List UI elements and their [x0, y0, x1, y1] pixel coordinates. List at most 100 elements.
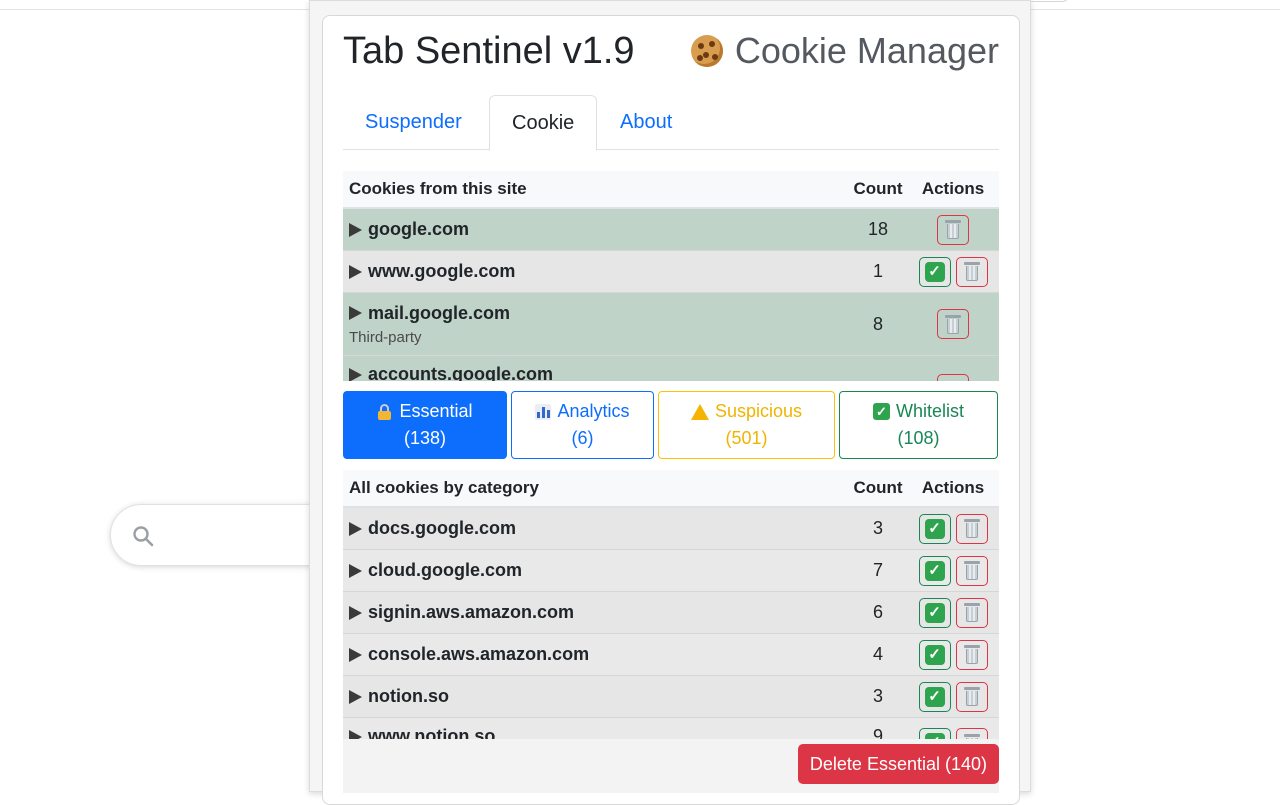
table-row[interactable]: docs.google.com 3 ✓ — [343, 508, 999, 550]
expand-triangle-icon[interactable] — [349, 367, 362, 381]
third-party-label: Third-party — [349, 328, 422, 346]
domain-name: docs.google.com — [368, 518, 517, 538]
trash-icon — [963, 561, 980, 580]
cookie-count: 7 — [872, 560, 883, 580]
whitelist-button[interactable]: ✓ — [918, 728, 951, 739]
delete-button[interactable] — [955, 681, 988, 712]
whitelist-button[interactable]: ✓ — [918, 681, 951, 712]
whitelist-button[interactable]: ✓ — [918, 639, 951, 670]
whitelist-button[interactable]: ✓ — [918, 513, 951, 544]
expand-triangle-icon[interactable] — [349, 222, 362, 237]
category-analytics-button[interactable]: Analytics (6) — [511, 391, 654, 459]
cookie-count: 3 — [872, 518, 883, 538]
expand-triangle-icon[interactable] — [349, 306, 362, 320]
expand-triangle-icon[interactable] — [349, 563, 362, 578]
check-icon: ✓ — [924, 686, 945, 707]
trash-icon — [963, 262, 980, 281]
domain-name: signin.aws.amazon.com — [368, 602, 575, 622]
column-header-actions: Actions — [921, 478, 985, 497]
column-header-name: Cookies from this site — [349, 179, 527, 198]
delete-button[interactable] — [937, 374, 969, 381]
cookie-count: 6 — [872, 602, 883, 622]
category-cookies-table[interactable]: All cookies by category Count Actions do… — [343, 470, 999, 739]
tab-about[interactable]: About — [598, 95, 694, 150]
category-suspicious-button[interactable]: Suspicious (501) — [658, 391, 835, 459]
expand-triangle-icon[interactable] — [349, 689, 362, 704]
app-title: Tab Sentinel v1.9 — [343, 30, 635, 72]
trash-icon — [963, 645, 980, 664]
extension-popup: Tab Sentinel v1.9 Cookie Manager Suspend… — [309, 0, 1031, 805]
delete-button[interactable] — [937, 309, 969, 339]
table-row[interactable]: google.com 18 — [343, 209, 999, 251]
cookie-icon — [690, 35, 723, 67]
trash-icon — [963, 519, 980, 538]
whitelist-button[interactable]: ✓ — [918, 555, 951, 586]
trash-icon — [945, 314, 961, 334]
expand-triangle-icon[interactable] — [349, 729, 362, 739]
domain-name: www.google.com — [368, 261, 516, 281]
warning-icon — [690, 403, 709, 420]
delete-button[interactable] — [955, 513, 988, 544]
table-row[interactable]: cloud.google.com 7 ✓ — [343, 550, 999, 592]
domain-name: mail.google.com — [368, 302, 511, 323]
delete-button[interactable] — [955, 728, 988, 739]
table-row[interactable]: notion.so 3 ✓ — [343, 676, 999, 718]
popup-footer: Delete Essential (140) — [343, 739, 999, 793]
trash-icon — [963, 687, 980, 706]
delete-button[interactable] — [955, 639, 988, 670]
page-title: Cookie Manager — [734, 30, 999, 71]
check-icon: ✓ — [924, 602, 945, 623]
cookie-count: 3 — [872, 686, 883, 706]
popup-header: Tab Sentinel v1.9 Cookie Manager — [343, 29, 999, 75]
domain-name: google.com — [368, 219, 470, 239]
delete-button[interactable] — [955, 555, 988, 586]
trash-icon — [963, 603, 980, 622]
category-filter-group: Essential (138) Analytics (6) Suspicious… — [343, 391, 999, 459]
delete-button[interactable] — [955, 597, 988, 628]
trash-icon — [945, 220, 961, 239]
category-whitelist-button[interactable]: ✓ Whitelist (108) — [839, 391, 998, 459]
delete-button[interactable] — [955, 256, 988, 287]
check-icon: ✓ — [924, 644, 945, 665]
expand-triangle-icon[interactable] — [349, 605, 362, 620]
column-header-count: Count — [853, 179, 903, 198]
table-row[interactable]: www.google.com 1 ✓ — [343, 251, 999, 293]
check-icon: ✓ — [924, 518, 945, 539]
whitelist-button[interactable]: ✓ — [918, 256, 951, 287]
category-count: (6) — [571, 428, 594, 448]
expand-triangle-icon[interactable] — [349, 264, 362, 279]
domain-name: www.notion.so — [368, 726, 496, 739]
expand-triangle-icon[interactable] — [349, 521, 362, 536]
table-row[interactable]: console.aws.amazon.com 4 ✓ — [343, 634, 999, 676]
site-cookies-table[interactable]: Cookies from this site Count Actions goo… — [343, 171, 999, 381]
tab-suspender[interactable]: Suspender — [343, 95, 484, 150]
cookie-count: 4 — [872, 644, 883, 664]
cookie-count: 9 — [872, 726, 883, 739]
delete-button[interactable] — [937, 214, 969, 245]
expand-triangle-icon[interactable] — [349, 647, 362, 662]
table-row[interactable]: signin.aws.amazon.com 6 ✓ — [343, 592, 999, 634]
tab-cookie[interactable]: Cookie — [489, 95, 598, 151]
column-header-name: All cookies by category — [349, 478, 539, 497]
column-header-actions: Actions — [921, 179, 985, 198]
cookie-count: 18 — [867, 219, 889, 239]
table-row[interactable]: www.notion.so 9 ✓ — [343, 718, 999, 739]
search-icon — [133, 526, 154, 547]
table-header: All cookies by category Count Actions — [343, 470, 999, 508]
category-count: (108) — [897, 428, 940, 448]
check-icon: ✓ — [924, 560, 945, 581]
page-title-group: Cookie Manager — [690, 29, 999, 73]
domain-name: cloud.google.com — [368, 560, 523, 580]
delete-essential-button[interactable]: Delete Essential (140) — [797, 744, 999, 784]
check-icon: ✓ — [872, 403, 890, 420]
cookie-count: 8 — [872, 313, 883, 334]
tab-bar: Suspender Cookie About — [343, 95, 999, 151]
domain-name: notion.so — [368, 686, 449, 706]
table-row[interactable]: mail.google.com Third-party 8 — [343, 293, 999, 356]
column-header-count: Count — [853, 478, 903, 497]
check-icon: ✓ — [924, 261, 945, 282]
whitelist-button[interactable]: ✓ — [918, 597, 951, 628]
table-row[interactable]: accounts.google.com — [343, 356, 999, 381]
category-essential-button[interactable]: Essential (138) — [343, 391, 507, 459]
domain-name: accounts.google.com — [368, 364, 554, 381]
